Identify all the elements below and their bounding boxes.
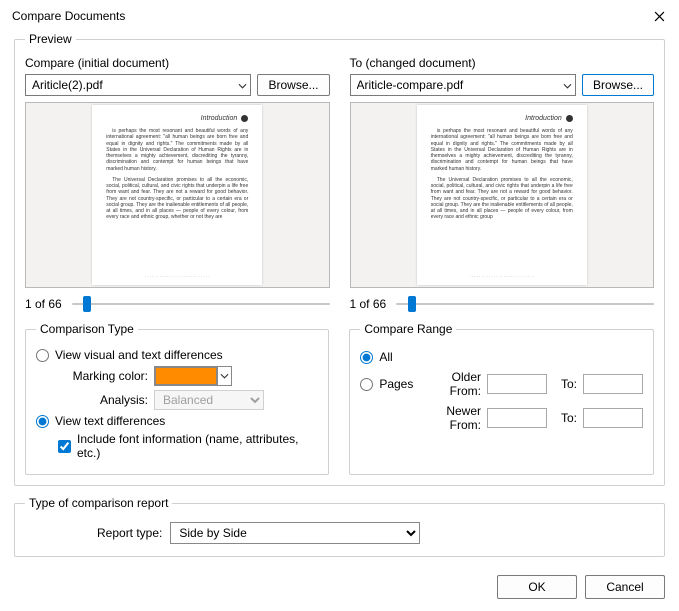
report-type-legend: Type of comparison report bbox=[25, 496, 172, 510]
older-from-input[interactable] bbox=[487, 374, 547, 394]
to-browse-button[interactable]: Browse... bbox=[582, 74, 654, 96]
radio-visual-text-label[interactable]: View visual and text differences bbox=[55, 348, 223, 362]
newer-from-input[interactable] bbox=[487, 408, 547, 428]
to-label: To (changed document) bbox=[350, 56, 655, 70]
analysis-select[interactable]: Balanced bbox=[154, 390, 264, 410]
to-page-preview: Introduction is perhaps the most resonan… bbox=[417, 105, 587, 285]
to-file-combo[interactable] bbox=[350, 74, 576, 96]
compare-page-info: 1 of 66 bbox=[25, 297, 62, 311]
to-thumbnail: Introduction is perhaps the most resonan… bbox=[350, 102, 655, 288]
close-icon bbox=[654, 11, 665, 22]
comparison-type-group: Comparison Type View visual and text dif… bbox=[25, 322, 329, 475]
compare-file-input[interactable] bbox=[25, 74, 251, 96]
compare-browse-button[interactable]: Browse... bbox=[257, 74, 329, 96]
compare-label: Compare (initial document) bbox=[25, 56, 330, 70]
analysis-label: Analysis: bbox=[58, 393, 148, 407]
radio-visual-text[interactable] bbox=[36, 349, 49, 362]
radio-text-only[interactable] bbox=[36, 415, 49, 428]
compare-thumbnail: Introduction is perhaps the most resonan… bbox=[25, 102, 330, 288]
include-font-checkbox[interactable] bbox=[58, 440, 71, 453]
radio-range-pages-label[interactable]: Pages bbox=[379, 377, 413, 391]
preview-legend: Preview bbox=[25, 32, 76, 46]
include-font-label[interactable]: Include font information (name, attribut… bbox=[77, 432, 318, 460]
compare-page-slider[interactable] bbox=[72, 296, 330, 312]
preview-group: Preview Compare (initial document) Brows… bbox=[14, 32, 665, 486]
marking-color-swatch bbox=[155, 367, 217, 385]
compare-range-legend: Compare Range bbox=[360, 322, 456, 336]
cancel-button[interactable]: Cancel bbox=[585, 575, 665, 599]
radio-range-all-label[interactable]: All bbox=[379, 350, 392, 364]
slider-thumb[interactable] bbox=[83, 296, 91, 312]
report-type-group: Type of comparison report Report type: S… bbox=[14, 496, 665, 557]
compare-file-combo[interactable] bbox=[25, 74, 251, 96]
marking-color-picker[interactable] bbox=[154, 366, 232, 386]
ok-button[interactable]: OK bbox=[497, 575, 577, 599]
newer-to-label: To: bbox=[553, 411, 577, 425]
to-column: To (changed document) Browse... Introduc… bbox=[350, 54, 655, 312]
chevron-down-icon bbox=[217, 367, 231, 385]
older-from-label: Older From: bbox=[446, 370, 481, 398]
newer-to-input[interactable] bbox=[583, 408, 643, 428]
titlebar: Compare Documents bbox=[0, 0, 679, 28]
dialog-title: Compare Documents bbox=[12, 9, 125, 23]
comparison-type-legend: Comparison Type bbox=[36, 322, 138, 336]
radio-range-all[interactable] bbox=[360, 351, 373, 364]
radio-text-only-label[interactable]: View text differences bbox=[55, 414, 165, 428]
to-file-input[interactable] bbox=[350, 74, 576, 96]
slider-thumb[interactable] bbox=[408, 296, 416, 312]
older-to-input[interactable] bbox=[583, 374, 643, 394]
close-button[interactable] bbox=[651, 8, 667, 24]
marking-color-label: Marking color: bbox=[58, 369, 148, 383]
to-page-info: 1 of 66 bbox=[350, 297, 387, 311]
newer-from-label: Newer From: bbox=[446, 404, 481, 432]
compare-column: Compare (initial document) Browse... Int… bbox=[25, 54, 330, 312]
report-type-label: Report type: bbox=[97, 526, 162, 540]
to-page-slider[interactable] bbox=[396, 296, 654, 312]
dialog-footer: OK Cancel bbox=[0, 565, 679, 611]
radio-range-pages[interactable] bbox=[360, 378, 373, 391]
compare-range-group: Compare Range All Pages Older From: To: … bbox=[349, 322, 654, 475]
older-to-label: To: bbox=[553, 377, 577, 391]
compare-page-preview: Introduction is perhaps the most resonan… bbox=[92, 105, 262, 285]
report-type-select[interactable]: Side by Side bbox=[170, 522, 420, 544]
